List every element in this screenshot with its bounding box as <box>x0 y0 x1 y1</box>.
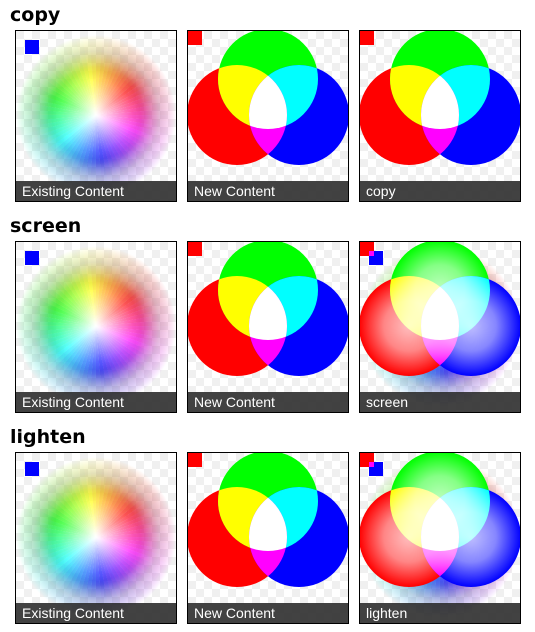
tile-caption: Existing Content <box>16 181 176 201</box>
new-content-image <box>188 31 348 201</box>
tile-caption: copy <box>360 181 520 201</box>
page: copy Existing Content New Content copy s… <box>0 0 535 632</box>
result-tile: screen <box>359 241 521 413</box>
color-wheel <box>16 457 176 617</box>
existing-content-image <box>16 242 176 412</box>
result-tile: lighten <box>359 452 521 624</box>
blue-square <box>25 251 39 265</box>
tile-caption: New Content <box>188 392 348 412</box>
result-tile: copy <box>359 30 521 202</box>
tile-caption: screen <box>360 392 520 412</box>
new-content-image <box>188 242 348 412</box>
new-content-tile: New Content <box>187 452 349 624</box>
tile-caption: Existing Content <box>16 392 176 412</box>
new-content-tile: New Content <box>187 241 349 413</box>
magenta-overlap-square <box>369 462 374 467</box>
result-image <box>360 31 520 201</box>
tile-caption: New Content <box>188 181 348 201</box>
result-image <box>360 453 520 623</box>
new-content-tile: New Content <box>187 30 349 202</box>
red-square <box>188 31 202 45</box>
color-wheel <box>16 35 176 195</box>
section-title: copy <box>10 4 61 26</box>
red-square <box>188 242 202 256</box>
existing-content-image <box>16 31 176 201</box>
tile-caption: Existing Content <box>16 603 176 623</box>
existing-content-tile: Existing Content <box>15 241 177 413</box>
section-title: screen <box>10 215 82 237</box>
tile-caption: New Content <box>188 603 348 623</box>
blue-square <box>25 40 39 54</box>
red-square <box>188 453 202 467</box>
result-image <box>360 242 520 412</box>
blue-square <box>25 462 39 476</box>
existing-content-tile: Existing Content <box>15 452 177 624</box>
magenta-overlap-square <box>369 251 374 256</box>
red-square <box>360 31 374 45</box>
existing-content-image <box>16 453 176 623</box>
new-content-image <box>188 453 348 623</box>
color-wheel <box>16 246 176 406</box>
existing-content-tile: Existing Content <box>15 30 177 202</box>
section-title: lighten <box>10 426 86 448</box>
tile-caption: lighten <box>360 603 520 623</box>
